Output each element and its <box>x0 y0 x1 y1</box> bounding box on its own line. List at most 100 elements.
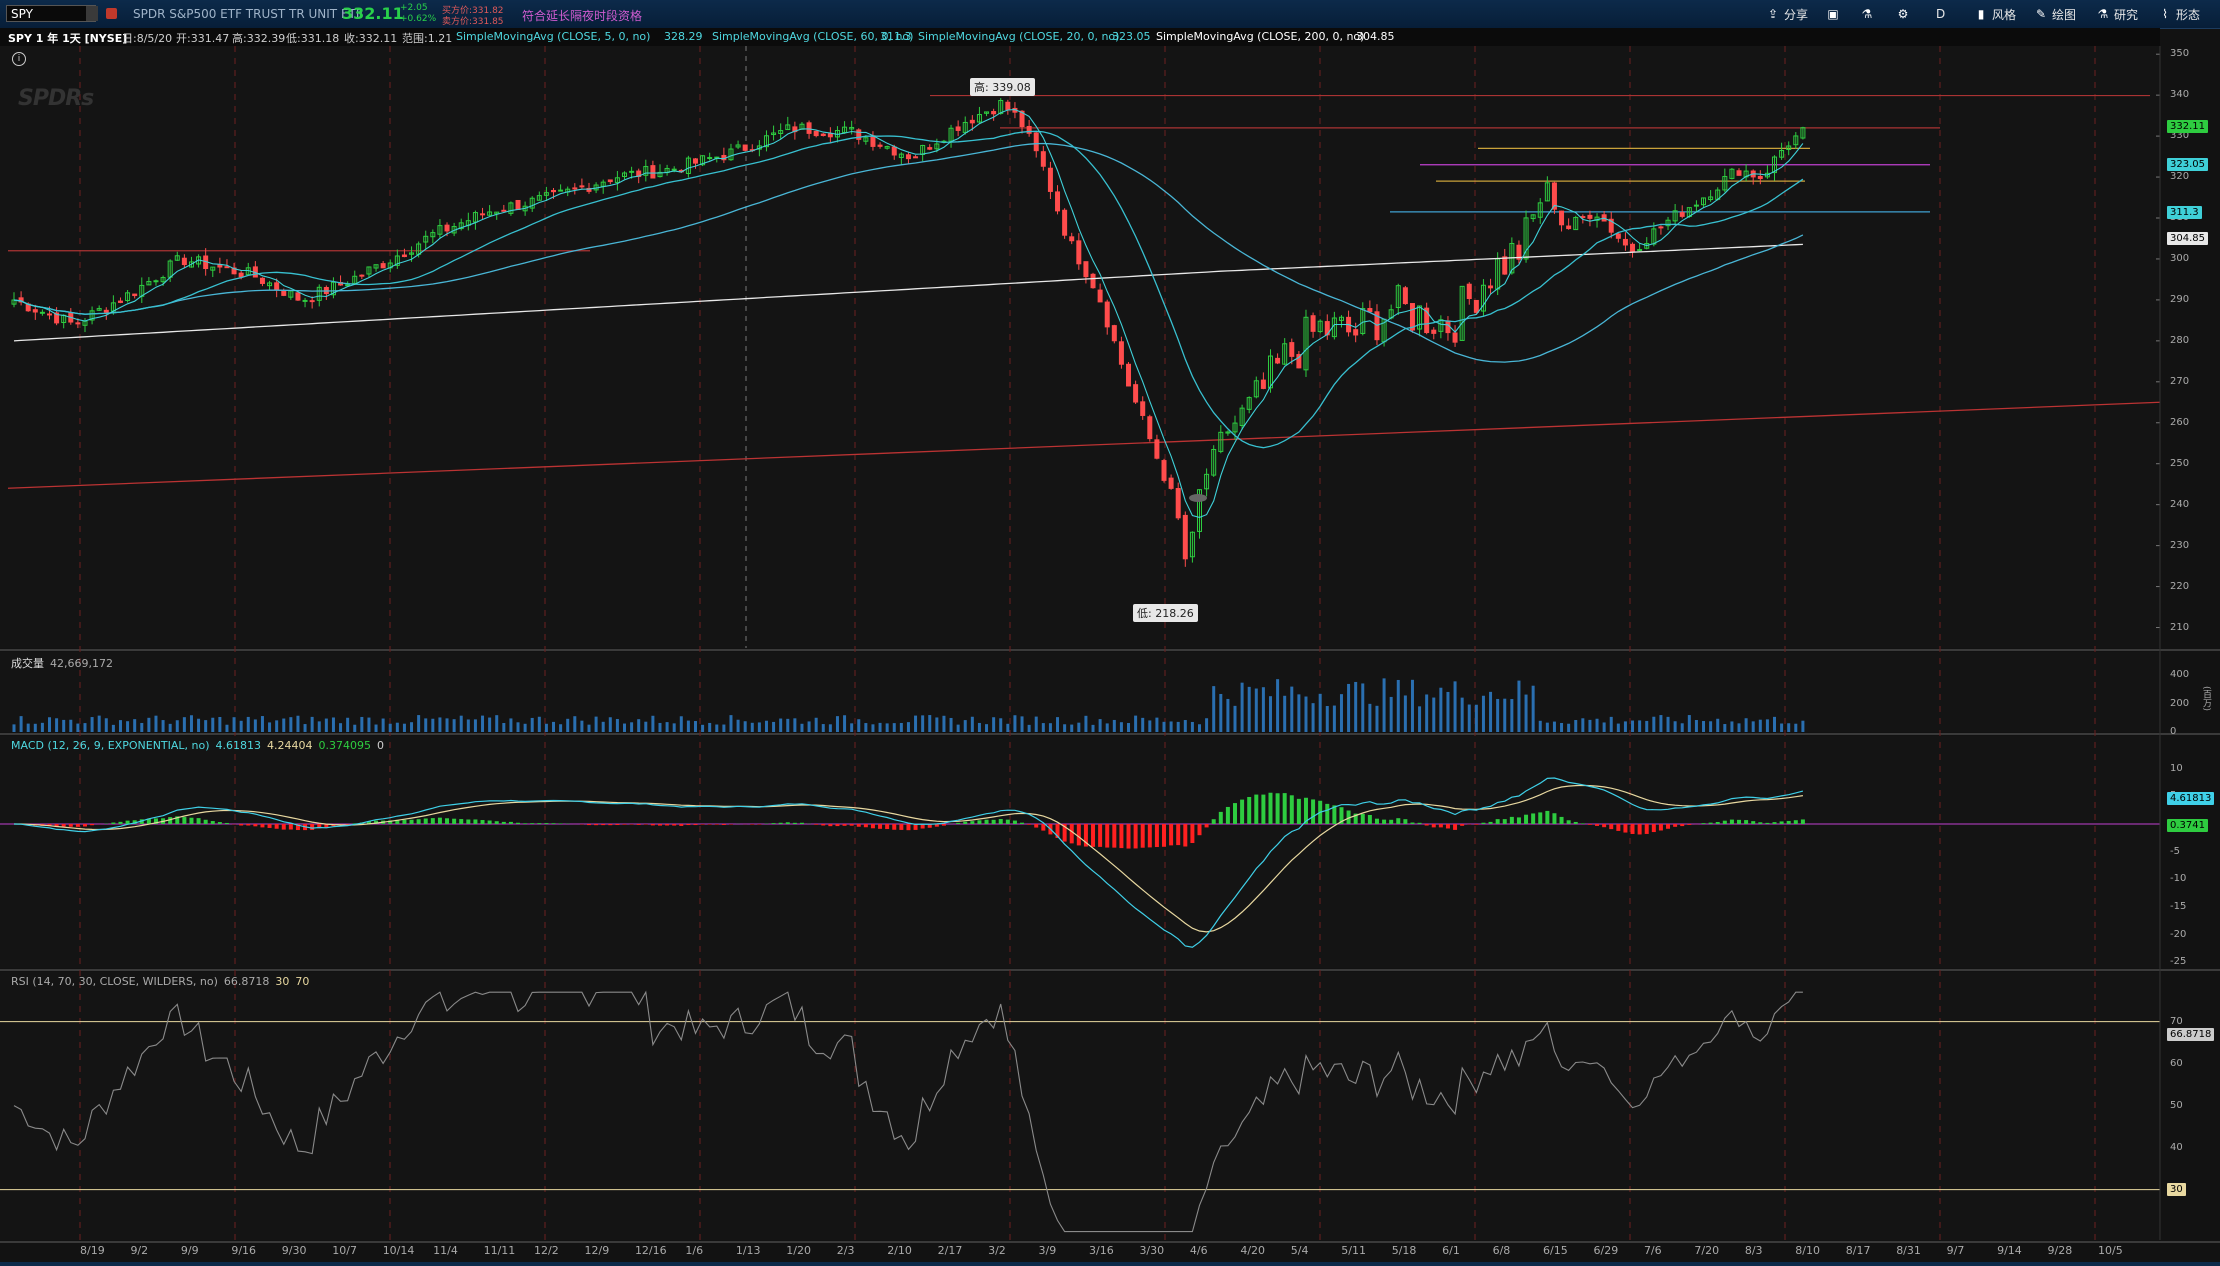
candle-body <box>181 257 187 266</box>
x-axis-tick: 1/20 <box>786 1244 811 1257</box>
volume-bar <box>601 721 605 732</box>
macd-label[interactable]: MACD (12, 26, 9, EXPONENTIAL, no) <box>8 739 213 752</box>
volume-bar <box>757 722 761 732</box>
volume-y-tick: 400 <box>2170 669 2190 681</box>
volume-bar <box>1212 686 1216 732</box>
macd-histogram-bar <box>1069 824 1074 844</box>
volume-bar <box>402 723 406 732</box>
volume-bar <box>1162 721 1166 732</box>
volume-bar <box>1368 703 1372 732</box>
volume-bar <box>1474 704 1478 732</box>
macd-histogram-bar <box>1516 817 1521 824</box>
volume-bar <box>1410 679 1414 732</box>
x-axis-tick: 1/13 <box>735 1244 761 1257</box>
macd-histogram-bar <box>217 822 222 824</box>
candle-body <box>1452 332 1458 343</box>
macd-histogram-bar <box>1261 794 1266 824</box>
x-axis-tick: 9/7 <box>1946 1244 1965 1257</box>
x-axis-tick: 1/6 <box>685 1244 704 1257</box>
macd-histogram-bar <box>657 824 662 826</box>
volume-bar <box>985 724 989 732</box>
macd-histogram-bar <box>1268 792 1273 824</box>
volume-bar <box>1375 705 1379 732</box>
volume-bar <box>665 722 669 732</box>
volume-bar <box>147 717 151 732</box>
rsi-label[interactable]: RSI (14, 70, 30, CLOSE, WILDERS, no) <box>8 975 221 988</box>
volume-bar <box>76 723 80 732</box>
macd-histogram-bar <box>856 824 861 827</box>
volume-bar <box>69 719 73 732</box>
x-axis-tick: 6/29 <box>1593 1244 1619 1257</box>
info-icon[interactable]: i <box>12 52 26 66</box>
candle-body <box>870 135 876 147</box>
macd-histogram-bar <box>1566 820 1571 824</box>
macd-y-tick: -5 <box>2170 845 2180 857</box>
price-y-tick: 260 <box>2170 416 2190 428</box>
volume-bar <box>1006 723 1010 732</box>
volume-bar <box>779 718 783 732</box>
volume-bar <box>1361 683 1365 732</box>
rsi-badge: 66.8718 <box>2167 1027 2215 1041</box>
volume-bar <box>1794 723 1798 732</box>
rsi-y-tick: 40 <box>2170 1141 2183 1153</box>
volume-bar <box>1524 694 1528 732</box>
x-axis-tick: 2/3 <box>836 1244 855 1257</box>
macd-histogram-bar <box>118 821 123 824</box>
volume-bar <box>282 718 286 732</box>
macd-histogram-bar <box>1282 793 1287 824</box>
macd-histogram-bar <box>849 824 854 826</box>
macd-histogram-bar <box>679 824 684 826</box>
candle-body <box>259 277 265 284</box>
macd-histogram-bar <box>281 824 286 830</box>
x-axis-tick: 7/6 <box>1643 1244 1662 1257</box>
price-y-tick: 270 <box>2170 375 2190 387</box>
volume-bar <box>1389 696 1393 732</box>
volume-bar <box>97 715 101 732</box>
macd-histogram-bar <box>1211 819 1216 824</box>
volume-bar <box>19 716 23 732</box>
macd-histogram-bar <box>1190 824 1195 844</box>
macd-histogram-bar <box>1609 824 1614 830</box>
volume-bar <box>1595 718 1599 732</box>
macd-histogram-bar <box>182 817 187 824</box>
volume-bar <box>935 717 939 732</box>
volume-bar <box>871 724 875 732</box>
volume-label[interactable]: 成交量 <box>8 657 47 670</box>
macd-histogram-bar <box>1247 796 1252 824</box>
candle-body <box>309 300 315 303</box>
volume-bar <box>1332 705 1336 732</box>
candle-body <box>579 185 585 188</box>
x-axis-tick: 9/2 <box>130 1244 149 1257</box>
volume-bar <box>992 717 996 732</box>
volume-bar <box>55 718 59 732</box>
volume-bar <box>1567 723 1571 732</box>
candle-body <box>1587 214 1593 219</box>
volume-bar <box>722 724 726 732</box>
x-axis-tick: 9/9 <box>180 1244 199 1257</box>
macd-histogram-bar <box>1502 819 1507 824</box>
volume-bar <box>353 724 357 732</box>
volume-bar <box>417 715 421 732</box>
macd-histogram-bar <box>487 820 492 824</box>
macd-histogram-bar <box>544 823 549 824</box>
volume-bar <box>466 719 470 732</box>
volume-bar <box>552 721 556 732</box>
macd-histogram-bar <box>1367 814 1372 824</box>
macd-histogram-bar <box>1509 816 1514 824</box>
volume-bar <box>40 722 44 732</box>
volume-bar <box>473 719 477 732</box>
macd-histogram-bar <box>551 823 556 824</box>
volume-bar <box>1098 719 1102 732</box>
volume-bar <box>878 722 882 732</box>
volume-bar <box>864 723 868 732</box>
volume-bar <box>1020 716 1024 732</box>
volume-bar <box>1425 694 1429 732</box>
volume-bar <box>1659 715 1663 732</box>
macd-histogram-bar <box>665 824 670 826</box>
volume-bar <box>239 720 243 732</box>
candle-body <box>132 293 138 297</box>
chart-canvas[interactable] <box>0 0 2220 1266</box>
candle-body <box>1502 256 1508 275</box>
volume-bar <box>104 718 108 732</box>
volume-bar <box>921 715 925 732</box>
